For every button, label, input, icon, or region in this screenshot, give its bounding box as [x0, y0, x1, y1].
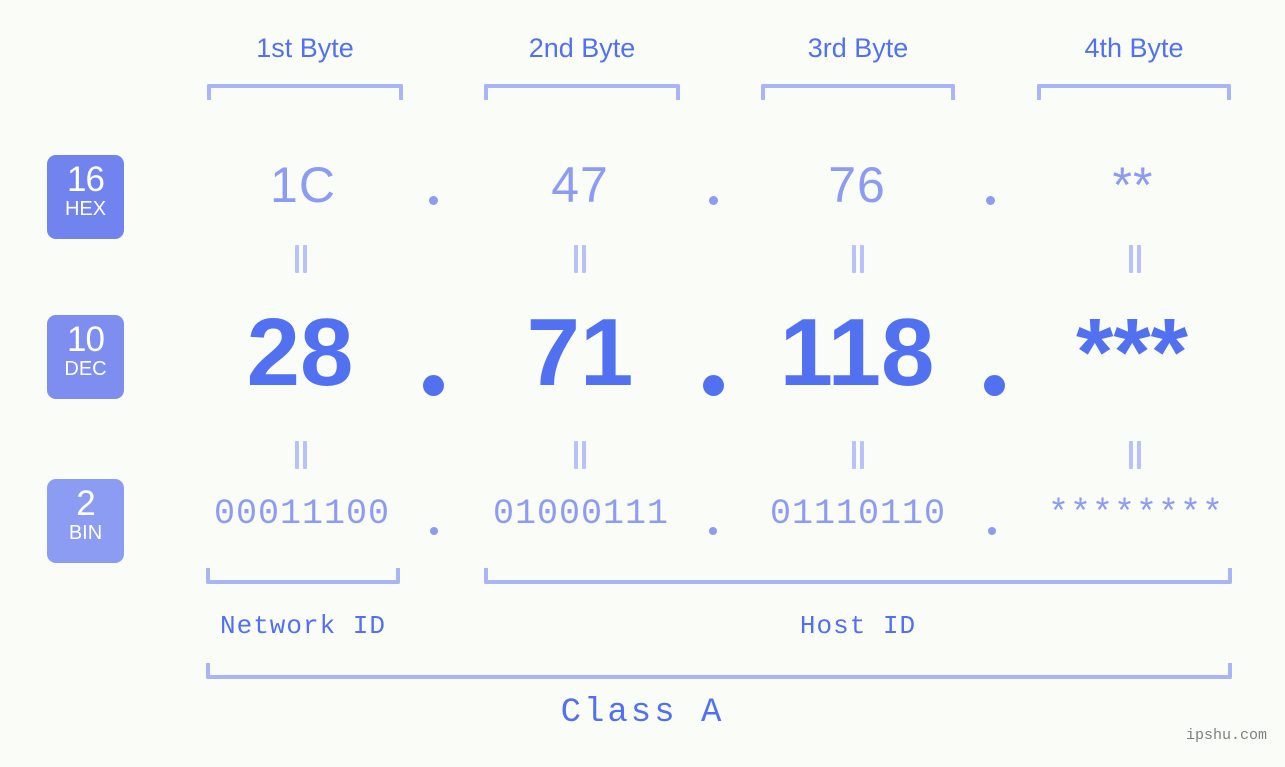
- hex-separator-1: [429, 196, 438, 205]
- equals-connector-1-2: [573, 245, 587, 273]
- base-badge-bin-label: BIN: [68, 522, 103, 544]
- hex-separator-3: [986, 196, 995, 205]
- class-bracket: [206, 663, 1232, 679]
- base-badge-bin: 2 BIN: [47, 479, 124, 563]
- bin-byte-3: 01110110: [769, 494, 947, 534]
- base-badge-dec: 10 DEC: [47, 315, 124, 399]
- top-bracket-byte-4: [1037, 84, 1231, 100]
- top-bracket-byte-2: [484, 84, 680, 100]
- equals-connector-2-4: [1128, 441, 1142, 469]
- base-badge-dec-label: DEC: [64, 358, 107, 380]
- byte-header-2: 2nd Byte: [528, 33, 636, 63]
- host-id-bracket: [484, 568, 1232, 584]
- bin-separator-1: [430, 527, 438, 535]
- hex-separator-2: [709, 196, 718, 205]
- byte-header-4: 4th Byte: [1084, 33, 1184, 63]
- hex-byte-4: **: [1112, 157, 1154, 213]
- byte-header-1: 1st Byte: [256, 33, 354, 63]
- equals-connector-1-3: [851, 245, 865, 273]
- class-label: Class A: [560, 694, 725, 732]
- host-id-label: Host ID: [799, 611, 917, 641]
- hex-byte-1: 1C: [270, 157, 336, 213]
- bin-byte-2: 01000111: [492, 494, 670, 534]
- ip-breakdown-diagram: 1st Byte 2nd Byte 3rd Byte 4th Byte 16 H…: [0, 0, 1285, 767]
- equals-connector-1-4: [1128, 245, 1142, 273]
- hex-byte-2: 47: [551, 157, 609, 213]
- bin-separator-3: [988, 527, 996, 535]
- base-badge-hex: 16 HEX: [47, 155, 124, 239]
- dec-byte-4: ***: [1075, 299, 1189, 406]
- base-badge-bin-number: 2: [76, 484, 95, 523]
- dec-separator-3: [984, 375, 1005, 396]
- byte-header-3: 3rd Byte: [807, 33, 909, 63]
- equals-connector-1-1: [294, 245, 308, 273]
- top-bracket-byte-1: [207, 84, 403, 100]
- equals-connector-2-1: [294, 441, 308, 469]
- dec-separator-2: [703, 375, 724, 396]
- hex-byte-3: 76: [828, 157, 886, 213]
- bin-byte-4: ********: [1047, 494, 1225, 534]
- top-bracket-byte-3: [761, 84, 955, 100]
- dec-byte-1: 28: [246, 299, 354, 406]
- dec-byte-2: 71: [526, 299, 634, 406]
- base-badge-hex-label: HEX: [64, 198, 107, 220]
- network-id-label: Network ID: [219, 611, 387, 641]
- dec-byte-3: 118: [779, 299, 935, 406]
- network-id-bracket: [206, 568, 400, 584]
- site-watermark: ipshu.com: [1185, 727, 1267, 744]
- equals-connector-2-2: [573, 441, 587, 469]
- bin-byte-1: 00011100: [213, 494, 391, 534]
- bin-separator-2: [709, 527, 717, 535]
- dec-separator-1: [423, 375, 444, 396]
- base-badge-dec-number: 10: [67, 320, 105, 359]
- base-badge-hex-number: 16: [67, 160, 105, 199]
- equals-connector-2-3: [851, 441, 865, 469]
